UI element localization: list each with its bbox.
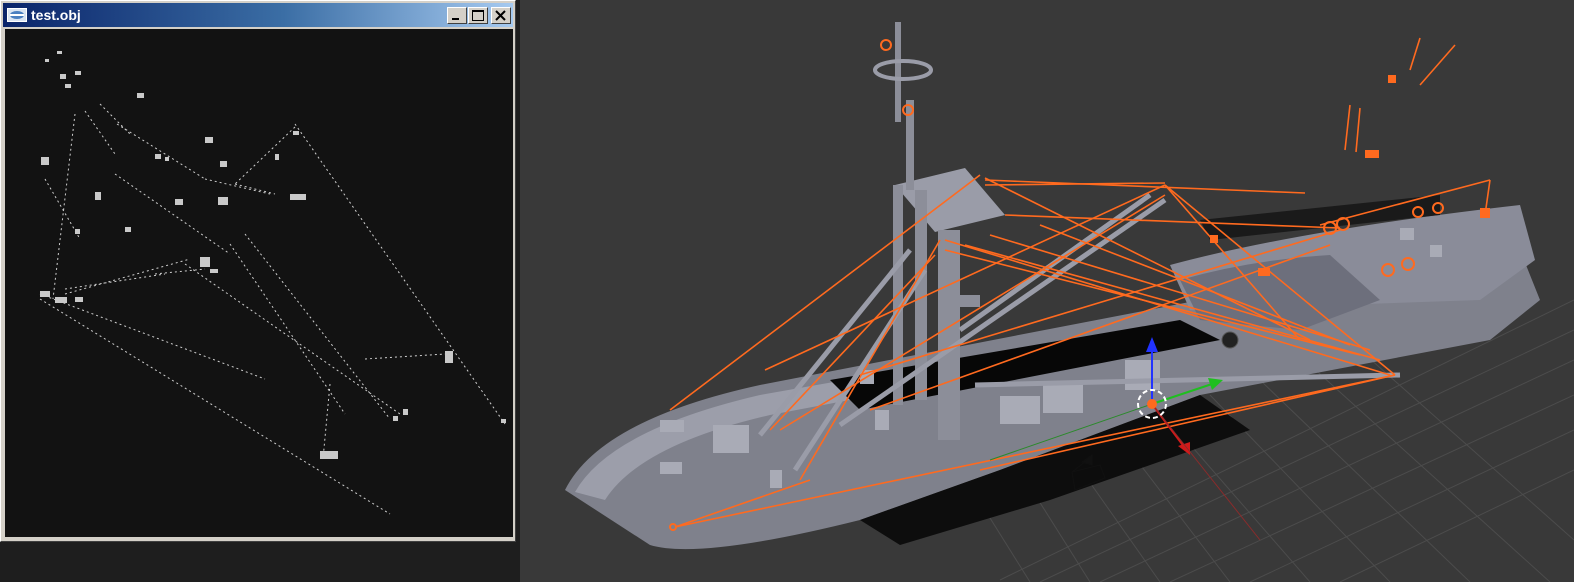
boat-scene [565,22,1574,582]
minimize-icon [452,18,459,20]
maximize-icon [472,10,484,21]
close-button[interactable] [491,7,511,24]
minimize-button[interactable] [447,7,467,24]
obj-viewer-window[interactable]: test.obj [0,0,516,542]
window-title: test.obj [31,7,81,23]
maximize-button[interactable] [468,7,488,24]
app-window-icon [7,8,27,22]
3d-viewport[interactable] [520,0,1574,582]
close-icon [495,10,506,21]
window-titlebar[interactable]: test.obj [3,3,513,27]
obj-render-canvas[interactable] [5,29,513,537]
sparse-mesh-render [39,51,506,515]
lamp-icon[interactable] [1221,331,1239,349]
